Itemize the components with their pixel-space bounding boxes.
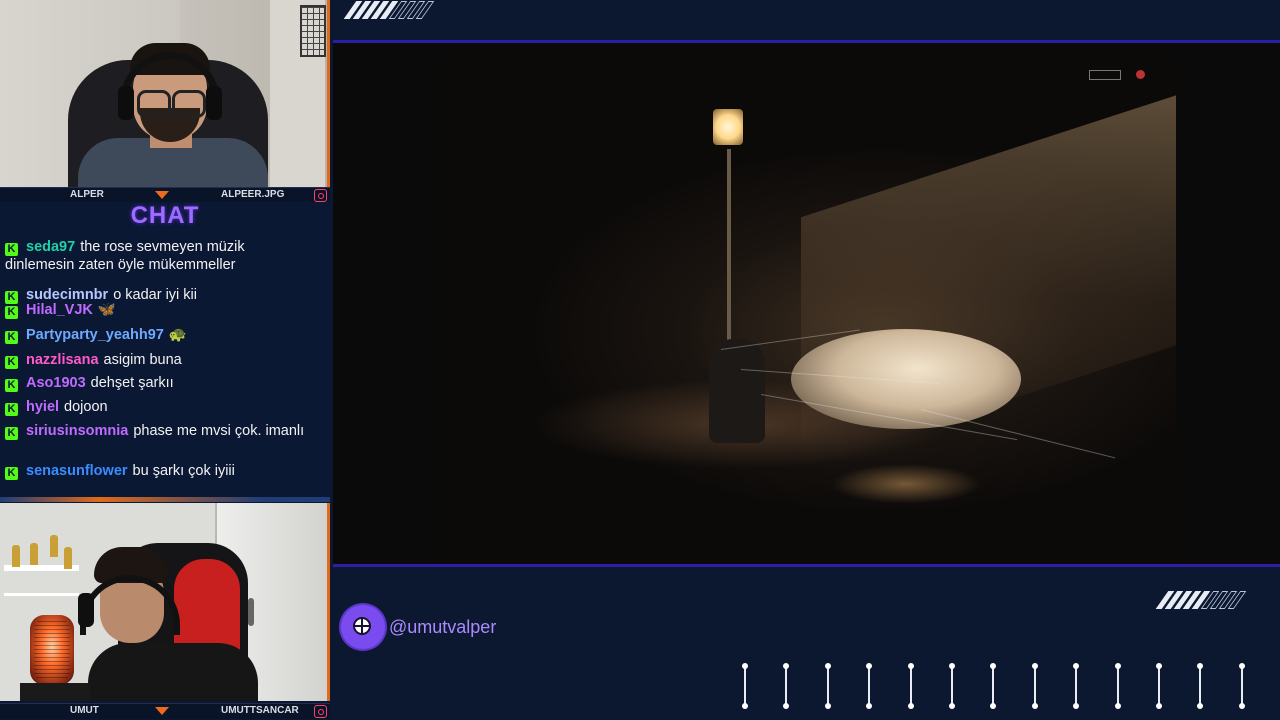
- cam-top-left-name: ALPER: [70, 189, 104, 200]
- cam-bottom-left-name: UMUT: [70, 705, 99, 716]
- kick-badge-icon: K: [5, 403, 18, 416]
- chat-message: Ksenasunflower bu şarkı çok iyiii: [5, 462, 315, 480]
- chat-panel: CHAT Kseda97 the rose sevmeyen müzik dinl…: [0, 202, 330, 495]
- social-handle: @umutvalper: [389, 617, 497, 637]
- tick-mark: [866, 663, 873, 709]
- kick-badge-icon: K: [5, 356, 18, 369]
- cam-top-name-bar: ALPER ALPEER.JPG: [0, 187, 330, 203]
- cam-top-right-name: ALPEER.JPG: [221, 189, 285, 200]
- chat-username[interactable]: siriusinsomnia: [26, 423, 128, 439]
- tick-mark: [949, 663, 955, 709]
- tick-mark: [1114, 663, 1121, 709]
- video-player[interactable]: [333, 40, 1280, 567]
- kick-badge-icon: K: [5, 243, 18, 256]
- chat-username[interactable]: hyiel: [26, 399, 59, 415]
- kick-badge-icon: K: [5, 306, 18, 319]
- tick-mark: [1031, 663, 1038, 709]
- kick-badge-icon: K: [5, 467, 18, 480]
- slash-decor-top: [343, 1, 435, 19]
- kick-badge-icon: K: [5, 331, 18, 344]
- chat-username[interactable]: Hilal_VJK: [26, 302, 93, 318]
- chat-username[interactable]: senasunflower: [26, 463, 128, 479]
- chat-message: Knazzlisana asigim buna: [5, 351, 315, 369]
- microphone-icon: [30, 615, 74, 685]
- trophy-icon: [50, 535, 58, 557]
- trophy-icon: [64, 547, 72, 569]
- chat-text: dojoon: [64, 399, 108, 415]
- tick-mark: [1156, 663, 1162, 709]
- chat-text: dehşet şarkıı: [90, 375, 174, 391]
- trophy-icon: [30, 543, 38, 565]
- chat-message: K Partyparty_yeahh97 🐢: [5, 326, 315, 344]
- chat-emote-icon: 🦋: [97, 302, 116, 318]
- cocoon: [791, 329, 1021, 429]
- trophy-icon: [12, 545, 20, 567]
- slash-decor-bottom: [1155, 591, 1247, 609]
- tick-mark: [742, 663, 748, 709]
- tick-mark: [1238, 663, 1245, 709]
- tick-mark: [824, 663, 831, 709]
- chat-username[interactable]: Partyparty_yeahh97: [26, 327, 164, 343]
- chat-message: K Hilal_VJK 🦋: [5, 301, 315, 319]
- chat-username[interactable]: nazzlisana: [26, 352, 99, 368]
- brand-logo-icon: [1136, 70, 1145, 79]
- kick-badge-icon: K: [5, 427, 18, 440]
- chat-emote-icon: 🐢: [168, 327, 187, 343]
- kneeling-figure: [709, 339, 765, 443]
- chat-text: phase me mvsi çok. imanlı: [133, 423, 305, 439]
- tick-mark: [907, 663, 914, 709]
- chat-username[interactable]: Aso1903: [26, 375, 86, 391]
- chat-message: Khyiel dojoon: [5, 398, 315, 416]
- channel-logo: [1089, 70, 1121, 80]
- chat-username[interactable]: seda97: [26, 239, 75, 255]
- wall-grid-decor: [300, 5, 326, 57]
- lamp-icon: [713, 109, 743, 145]
- instagram-icon: [314, 705, 327, 718]
- music-video-frame: [441, 49, 1176, 561]
- tick-mark: [1197, 663, 1204, 709]
- chat-message: Kseda97 the rose sevmeyen müzik dinlemesi…: [5, 238, 315, 274]
- triangle-down-icon: [155, 191, 169, 199]
- cam-bottom-right-name: UMUTTSANCAR: [221, 705, 299, 716]
- webcam-umut: [0, 503, 330, 701]
- webcam-alper: [0, 0, 330, 187]
- chat-text: bu şarkı çok iyiii: [132, 463, 235, 479]
- cam-bottom-name-bar: UMUT UMUTTSANCAR: [0, 703, 330, 719]
- tick-mark: [1073, 663, 1080, 709]
- kick-badge-icon: K: [5, 379, 18, 392]
- chat-message: Ksiriusinsomnia phase me mvsi çok. imanlı: [5, 422, 315, 440]
- globe-icon: [341, 605, 385, 649]
- chat-text: asigim buna: [103, 352, 182, 368]
- tick-mark: [990, 663, 997, 709]
- triangle-down-icon: [155, 707, 169, 715]
- panel-divider: [0, 497, 330, 502]
- tick-mark: [783, 663, 790, 709]
- chat-title: CHAT: [130, 202, 200, 229]
- chat-message: K Aso1903 dehşet şarkıı: [5, 374, 315, 392]
- instagram-icon: [314, 189, 327, 202]
